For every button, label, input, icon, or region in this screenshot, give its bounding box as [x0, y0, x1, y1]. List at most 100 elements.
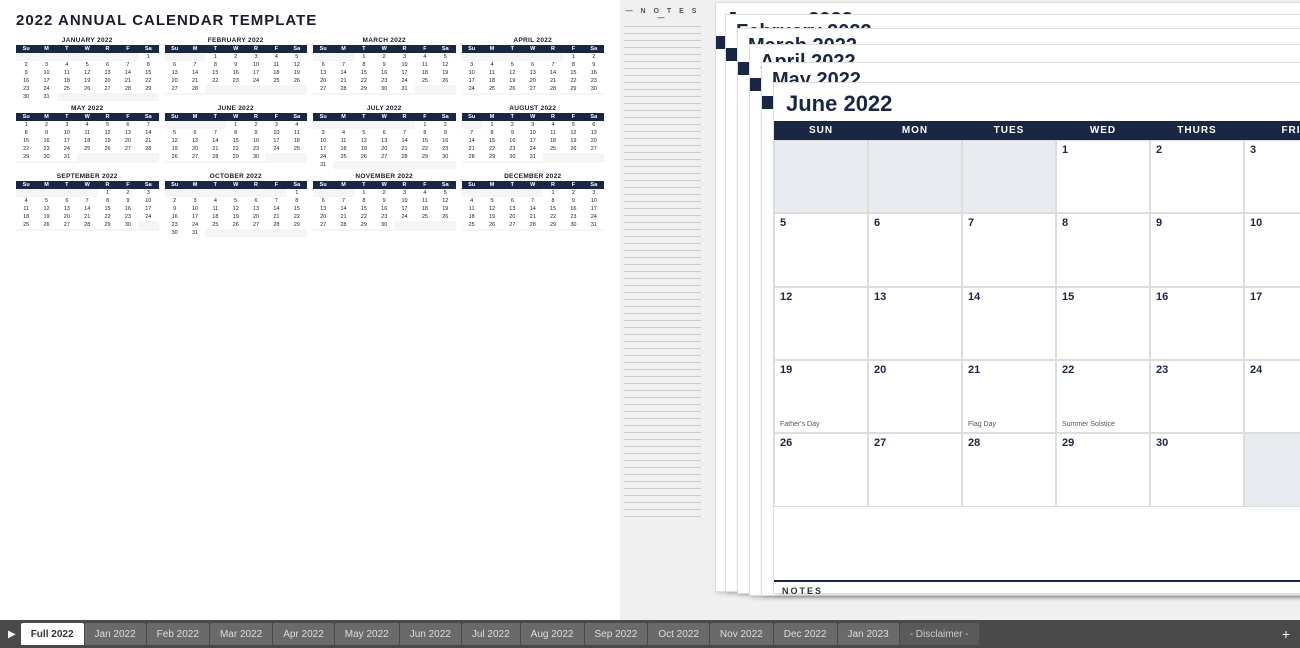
mini-cal-day: [313, 229, 333, 231]
tab-sep-2022[interactable]: Sep 2022: [585, 623, 648, 645]
tab-dec-2022[interactable]: Dec 2022: [774, 623, 837, 645]
mini-cal-day: 1: [226, 121, 246, 129]
mini-cal-day: 27: [502, 221, 522, 229]
mini-cal-day: [226, 189, 246, 197]
mini-cal-day: 7: [205, 129, 225, 137]
mini-cal-day: 3: [57, 121, 77, 129]
june-cell-0-1: [868, 140, 962, 213]
mini-month-1: FEBRUARY 2022SuMTWRFSa123456789101112131…: [165, 37, 308, 101]
mini-cal-day: 1: [354, 53, 374, 61]
mini-cal-day: 4: [462, 197, 482, 205]
stacked-pages: January 2022 SUN MON TUES WED THURS FRI …: [705, 0, 1300, 620]
mini-cal-table-11: SuMTWRFSa1234567891011121314151617181920…: [462, 181, 605, 231]
mini-cal-day: 21: [523, 213, 543, 221]
notes-line: [624, 215, 701, 216]
notes-line: [624, 61, 701, 62]
mini-cal-day: 18: [266, 69, 286, 77]
mini-cal-day: 19: [435, 205, 455, 213]
june-day-number: 3: [1250, 144, 1256, 156]
mini-cal-day: 12: [165, 137, 185, 145]
mini-cal-day: 17: [36, 77, 56, 85]
mini-cal-day: 25: [287, 145, 307, 153]
tab-feb-2022[interactable]: Feb 2022: [147, 623, 209, 645]
tab-jan-2022[interactable]: Jan 2022: [85, 623, 146, 645]
mini-cal-day: 13: [523, 69, 543, 77]
mini-cal-day: 30: [36, 153, 56, 161]
mini-cal-day: 28: [333, 221, 353, 229]
mini-cal-day: [266, 161, 286, 163]
mini-cal-day: 30: [584, 85, 604, 93]
june-header-mon: MON: [868, 121, 962, 140]
mini-cal-day: 5: [287, 53, 307, 61]
mini-cal-day: 20: [584, 137, 604, 145]
tab-may-2022[interactable]: May 2022: [335, 623, 399, 645]
mini-cal-day: 16: [36, 137, 56, 145]
mini-cal-day: 22: [16, 145, 36, 153]
mini-cal-day: 26: [97, 145, 117, 153]
add-tab-button[interactable]: +: [1276, 626, 1296, 642]
mini-cal-day: 25: [543, 145, 563, 153]
tab-jul-2022[interactable]: Jul 2022: [462, 623, 520, 645]
mini-cal-day: 6: [246, 197, 266, 205]
mini-cal-day: 16: [584, 69, 604, 77]
mini-cal-day: [482, 53, 502, 61]
june-day-number: 19: [780, 364, 792, 376]
mini-cal-day: 20: [57, 213, 77, 221]
tab-jan-2023[interactable]: Jan 2023: [838, 623, 899, 645]
mini-cal-day: 2: [374, 53, 394, 61]
mini-cal-header-M: M: [333, 113, 353, 121]
mini-cal-day: 16: [246, 137, 266, 145]
mini-cal-day: [57, 229, 77, 231]
mini-cal-day: [543, 161, 563, 163]
tab-apr-2022[interactable]: Apr 2022: [273, 623, 334, 645]
mini-cal-header-M: M: [482, 113, 502, 121]
mini-cal-day: [138, 221, 158, 229]
tab-jun-2022[interactable]: Jun 2022: [400, 623, 461, 645]
mini-cal-day: 5: [97, 121, 117, 129]
june-day-number: 20: [874, 364, 886, 376]
mini-cal-day: [246, 161, 266, 163]
mini-cal-header-F: F: [118, 113, 138, 121]
mini-cal-day: 9: [16, 69, 36, 77]
mini-cal-table-8: SuMTWRFSa1234567891011121314151617181920…: [16, 181, 159, 231]
tab-oct-2022[interactable]: Oct 2022: [648, 623, 709, 645]
mini-cal-day: 5: [165, 129, 185, 137]
mini-cal-day: [205, 189, 225, 197]
mini-cal-day: [502, 161, 522, 163]
mini-month-7: AUGUST 2022SuMTWRFSa12345678910111213141…: [462, 105, 605, 169]
mini-cal-day: [165, 189, 185, 197]
mini-cal-day: 3: [36, 61, 56, 69]
notes-line: [624, 355, 701, 356]
tab---disclaimer--[interactable]: - Disclaimer -: [900, 623, 979, 645]
notes-line: [624, 68, 701, 69]
mini-cal-day: [287, 93, 307, 95]
mini-cal-day: [165, 53, 185, 61]
june-cell-4-3: 29: [1056, 433, 1150, 506]
mini-cal-header-R: R: [394, 181, 414, 189]
mini-cal-day: 14: [543, 69, 563, 77]
mini-cal-day: [462, 189, 482, 197]
tab-nov-2022[interactable]: Nov 2022: [710, 623, 773, 645]
mini-cal-day: 12: [287, 61, 307, 69]
play-button[interactable]: ▶: [4, 627, 20, 642]
june-day-number: 5: [780, 217, 786, 229]
june-cell-4-0: 26: [774, 433, 868, 506]
june-cell-1-2: 7: [962, 213, 1056, 286]
mini-cal-header-R: R: [394, 113, 414, 121]
mini-cal-day: [205, 93, 225, 95]
notes-line: [624, 103, 701, 104]
mini-cal-day: 1: [16, 121, 36, 129]
mini-cal-day: 31: [36, 93, 56, 101]
notes-line: [624, 138, 701, 139]
mini-month-3: APRIL 2022SuMTWRFSa123456789101112131415…: [462, 37, 605, 101]
mini-cal-day: [138, 153, 158, 161]
mini-cal-day: 24: [313, 153, 333, 161]
tab-full-2022[interactable]: Full 2022: [21, 623, 84, 645]
notes-line: [624, 180, 701, 181]
mini-cal-header-Su: Su: [16, 181, 36, 189]
tab-mar-2022[interactable]: Mar 2022: [210, 623, 272, 645]
june-header-fri: FRI: [1244, 121, 1300, 140]
mini-cal-day: 4: [16, 197, 36, 205]
mini-cal-header-F: F: [563, 113, 583, 121]
tab-aug-2022[interactable]: Aug 2022: [521, 623, 584, 645]
